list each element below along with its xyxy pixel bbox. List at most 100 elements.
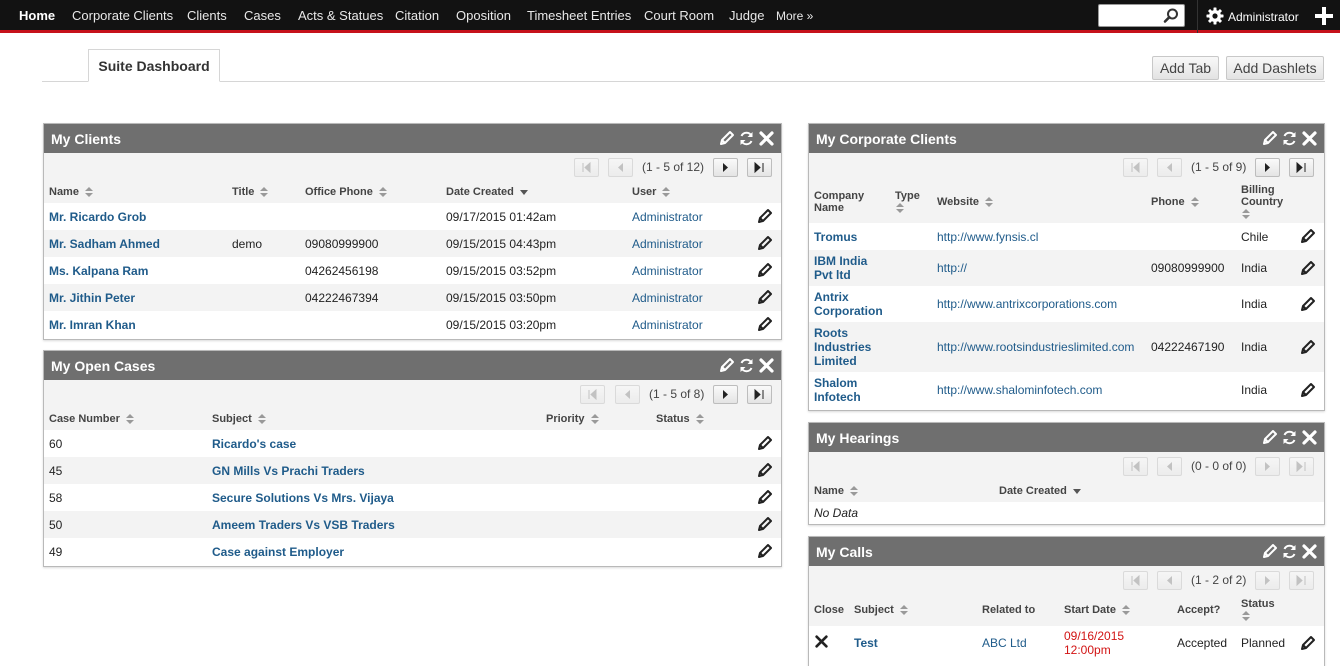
- edit-icon[interactable]: [718, 130, 735, 147]
- edit-icon[interactable]: [756, 462, 773, 479]
- next-page-button[interactable]: [1255, 457, 1280, 476]
- column-header[interactable]: Billing Country: [1236, 181, 1293, 223]
- edit-icon[interactable]: [756, 435, 773, 452]
- edit-icon[interactable]: [1261, 429, 1278, 446]
- column-header[interactable]: Start Date: [1059, 594, 1172, 626]
- column-header[interactable]: Title: [227, 181, 300, 203]
- table-row[interactable]: Shalom Infotech http://www.shalominfotech…: [809, 372, 1324, 408]
- edit-icon[interactable]: [756, 262, 773, 279]
- next-page-button[interactable]: [1255, 158, 1280, 177]
- table-cell[interactable]: Case against Employer: [207, 538, 541, 565]
- table-cell[interactable]: http://www.antrixcorporations.com: [932, 286, 1146, 322]
- last-page-button[interactable]: [747, 158, 772, 177]
- nav-clients[interactable]: Clients: [187, 8, 227, 23]
- column-header[interactable]: Priority: [541, 408, 651, 430]
- edit-icon[interactable]: [756, 516, 773, 533]
- table-row[interactable]: Roots Industries Limited http://www.roots…: [809, 322, 1324, 372]
- table-cell[interactable]: Mr. Ricardo Grob: [44, 203, 227, 230]
- table-cell[interactable]: Administrator: [627, 257, 749, 284]
- next-page-button[interactable]: [1255, 571, 1280, 590]
- column-header[interactable]: Date Created: [441, 181, 627, 203]
- table-cell[interactable]: Ameem Traders Vs VSB Traders: [207, 511, 541, 538]
- first-page-button[interactable]: [1123, 158, 1148, 177]
- edit-icon[interactable]: [1299, 260, 1316, 277]
- column-header[interactable]: Close: [809, 594, 849, 626]
- edit-icon[interactable]: [1299, 339, 1316, 356]
- gear-icon[interactable]: [1206, 7, 1224, 25]
- table-cell[interactable]: Ricardo's case: [207, 430, 541, 457]
- nav-cases[interactable]: Cases: [244, 8, 281, 23]
- nav-corporate-clients[interactable]: Corporate Clients: [72, 8, 173, 23]
- column-header[interactable]: Website: [932, 181, 1146, 223]
- column-header[interactable]: Subject: [849, 594, 977, 626]
- table-cell[interactable]: Secure Solutions Vs Mrs. Vijaya: [207, 484, 541, 511]
- column-header[interactable]: Name: [44, 181, 227, 203]
- table-cell[interactable]: Administrator: [627, 203, 749, 230]
- table-cell[interactable]: Ms. Kalpana Ram: [44, 257, 227, 284]
- edit-icon[interactable]: [756, 208, 773, 225]
- edit-icon[interactable]: [756, 289, 773, 306]
- first-page-button[interactable]: [1123, 571, 1148, 590]
- table-cell[interactable]: Test: [849, 626, 977, 660]
- nav-court-room[interactable]: Court Room: [644, 8, 714, 23]
- column-header[interactable]: Phone: [1146, 181, 1236, 223]
- table-cell[interactable]: Administrator: [627, 311, 749, 338]
- table-row[interactable]: IBM India Pvt ltd http://09080999900 India: [809, 250, 1324, 286]
- table-cell[interactable]: GN Mills Vs Prachi Traders: [207, 457, 541, 484]
- last-page-button[interactable]: [1289, 571, 1314, 590]
- edit-icon[interactable]: [1261, 130, 1278, 147]
- edit-icon[interactable]: [756, 316, 773, 333]
- prev-page-button[interactable]: [1157, 158, 1182, 177]
- table-row[interactable]: Mr. Jithin Peter 04222467394 09/15/2015 03…: [44, 284, 781, 311]
- next-page-button[interactable]: [713, 385, 738, 404]
- last-page-button[interactable]: [1289, 158, 1314, 177]
- close-icon[interactable]: [1301, 429, 1318, 446]
- edit-icon[interactable]: [756, 235, 773, 252]
- column-header[interactable]: Date Created: [994, 480, 1324, 502]
- table-cell[interactable]: Shalom Infotech: [809, 372, 890, 408]
- edit-icon[interactable]: [1299, 296, 1316, 313]
- table-cell[interactable]: Roots Industries Limited: [809, 322, 890, 372]
- refresh-icon[interactable]: [738, 357, 755, 374]
- nav-acts-statues[interactable]: Acts & Statues: [298, 8, 383, 23]
- nav-timesheet-entries[interactable]: Timesheet Entries: [527, 8, 631, 23]
- nav-home[interactable]: Home: [19, 8, 55, 23]
- table-row[interactable]: 49 Case against Employer: [44, 538, 781, 565]
- refresh-icon[interactable]: [738, 130, 755, 147]
- edit-icon[interactable]: [718, 357, 735, 374]
- close-call-icon[interactable]: [814, 634, 829, 649]
- nav-judge[interactable]: Judge: [729, 8, 764, 23]
- first-page-button[interactable]: [580, 385, 605, 404]
- table-cell[interactable]: http://www.fynsis.cl: [932, 223, 1146, 250]
- column-header[interactable]: Case Number: [44, 408, 207, 430]
- column-header[interactable]: Related to: [977, 594, 1059, 626]
- close-icon[interactable]: [758, 357, 775, 374]
- prev-page-button[interactable]: [608, 158, 633, 177]
- next-page-button[interactable]: [713, 158, 738, 177]
- column-header[interactable]: Accept?: [1172, 594, 1236, 626]
- refresh-icon[interactable]: [1281, 130, 1298, 147]
- column-header[interactable]: Office Phone: [300, 181, 441, 203]
- admin-user-menu[interactable]: Administrator: [1228, 10, 1299, 24]
- table-row[interactable]: Mr. Sadham Ahmed demo 09080999900 09/15/201…: [44, 230, 781, 257]
- close-icon[interactable]: [1301, 130, 1318, 147]
- table-row[interactable]: Test ABC Ltd 09/16/2015 12:00pm Accepted Pla…: [809, 626, 1324, 660]
- table-row[interactable]: 50 Ameem Traders Vs VSB Traders: [44, 511, 781, 538]
- last-page-button[interactable]: [747, 385, 772, 404]
- table-cell[interactable]: Antrix Corporation: [809, 286, 890, 322]
- first-page-button[interactable]: [574, 158, 599, 177]
- edit-icon[interactable]: [1299, 635, 1316, 652]
- edit-icon[interactable]: [756, 543, 773, 560]
- table-row[interactable]: 58 Secure Solutions Vs Mrs. Vijaya: [44, 484, 781, 511]
- last-page-button[interactable]: [1289, 457, 1314, 476]
- column-header[interactable]: User: [627, 181, 749, 203]
- nav-more[interactable]: More »: [776, 9, 813, 23]
- close-icon[interactable]: [1301, 543, 1318, 560]
- table-cell[interactable]: http://: [932, 250, 1146, 286]
- prev-page-button[interactable]: [1157, 457, 1182, 476]
- table-row[interactable]: Mr. Imran Khan 09/15/2015 03:20pm Administ…: [44, 311, 781, 338]
- table-row[interactable]: 60 Ricardo's case: [44, 430, 781, 457]
- edit-icon[interactable]: [1299, 382, 1316, 399]
- table-row[interactable]: Mr. Ricardo Grob 09/17/2015 01:42am Admini…: [44, 203, 781, 230]
- table-cell[interactable]: http://www.shalominfotech.com: [932, 372, 1146, 408]
